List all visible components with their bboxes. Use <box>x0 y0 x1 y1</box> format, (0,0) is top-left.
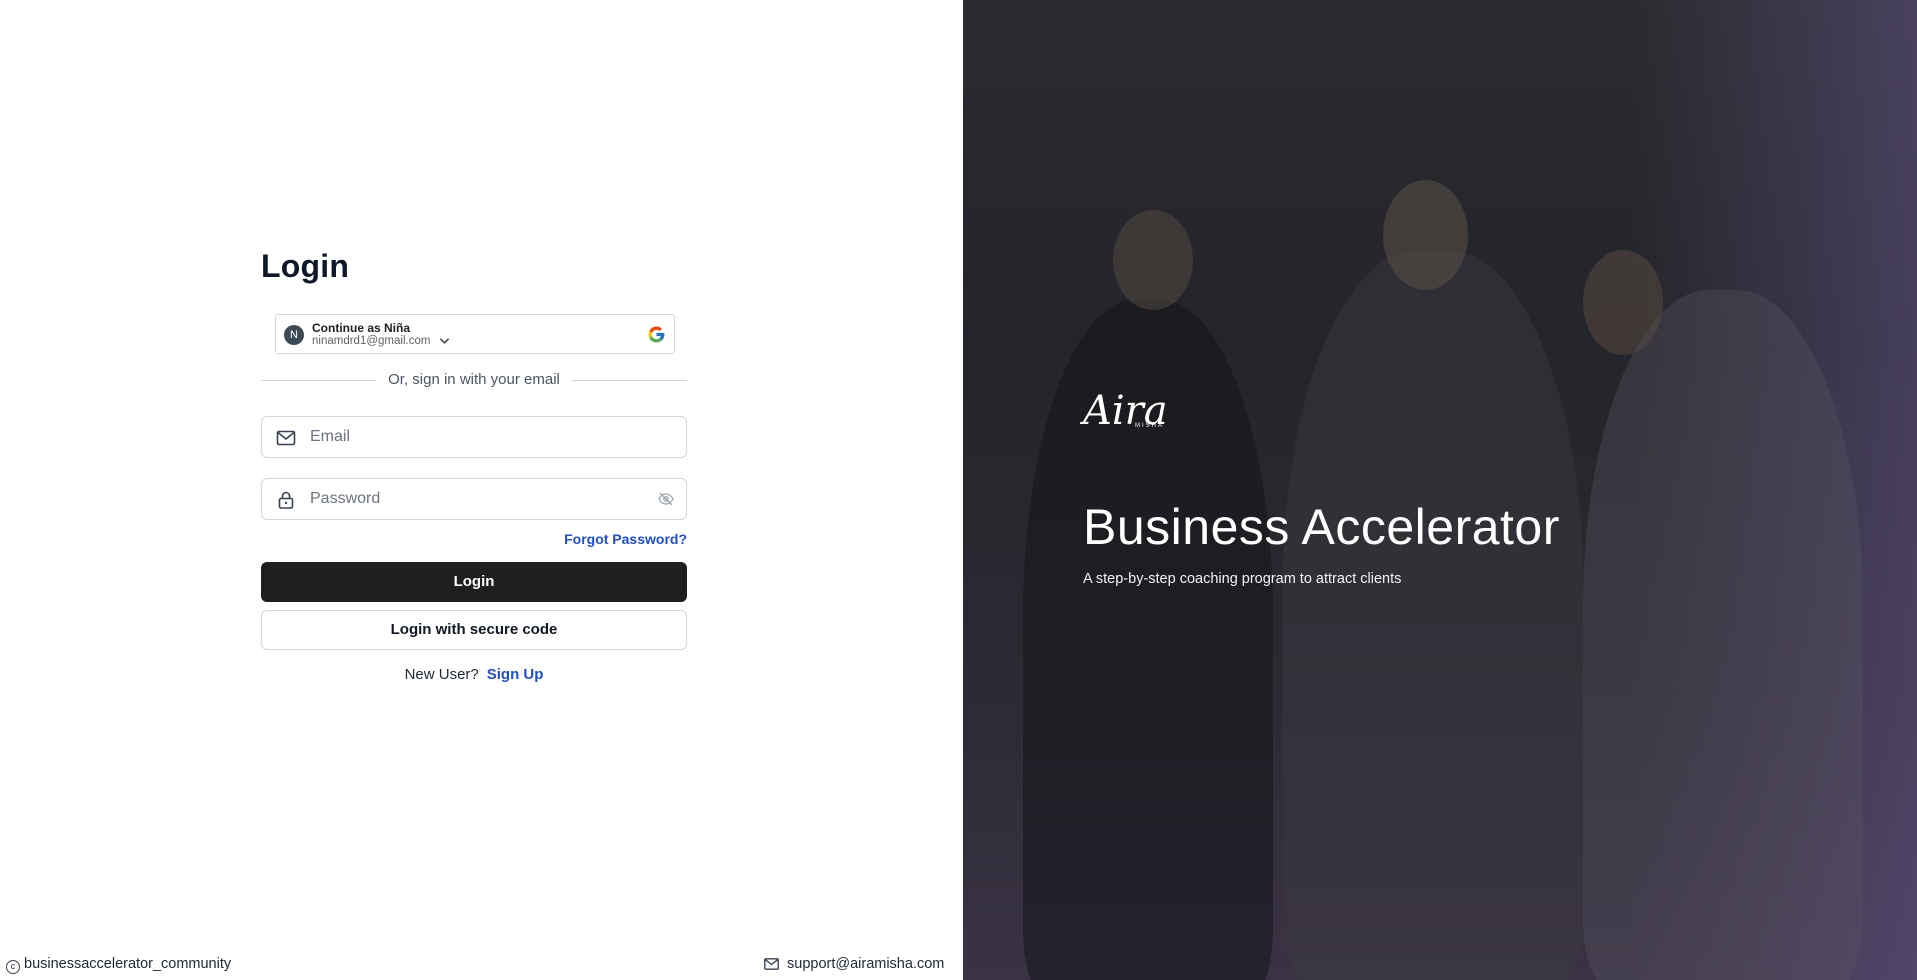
lock-icon <box>278 491 294 509</box>
password-input[interactable] <box>310 479 650 519</box>
hero-subtitle: A step-by-step coaching program to attra… <box>1083 571 1402 587</box>
divider: Or, sign in with your email <box>261 370 687 390</box>
email-input[interactable] <box>310 417 650 457</box>
email-field[interactable] <box>261 416 687 458</box>
chevron-down-icon[interactable] <box>439 337 450 345</box>
secure-code-login-button[interactable]: Login with secure code <box>261 610 687 650</box>
brand-logo: Aira MISHA <box>1083 388 1168 444</box>
signup-link[interactable]: Sign Up <box>487 666 544 683</box>
mail-icon <box>764 958 779 970</box>
mail-icon <box>276 430 296 446</box>
signup-row: New User? Sign Up <box>261 666 687 683</box>
page-title: Login <box>261 248 350 284</box>
hero-background-face <box>1383 180 1468 290</box>
new-user-text: New User? <box>404 666 479 683</box>
divider-text: Or, sign in with your email <box>376 371 572 388</box>
hero-panel: Aira MISHA Business Accelerator A step-b… <box>963 0 1917 980</box>
copyright-icon: c <box>6 960 20 974</box>
hero-background-figure <box>1283 250 1583 980</box>
login-panel: Login N Continue as Niña ninamdrd1@gmail… <box>0 0 963 980</box>
login-button[interactable]: Login <box>261 562 687 602</box>
support-email-link[interactable]: support@airamisha.com <box>764 956 944 972</box>
hero-background-face <box>1113 210 1193 310</box>
avatar: N <box>284 325 304 345</box>
google-account-email: ninamdrd1@gmail.com <box>312 335 431 347</box>
google-account-name: Continue as Niña <box>312 321 411 335</box>
support-email: support@airamisha.com <box>787 956 945 972</box>
eye-off-icon[interactable] <box>658 492 674 506</box>
google-icon <box>648 326 665 343</box>
brand-logo-subtext: MISHA <box>1135 423 1165 429</box>
forgot-password-link[interactable]: Forgot Password? <box>564 531 687 547</box>
hero-background-face <box>1583 250 1663 355</box>
password-field[interactable] <box>261 478 687 520</box>
login-form: Login N Continue as Niña ninamdrd1@gmail… <box>261 248 687 683</box>
hero-title: Business Accelerator <box>1083 499 1560 555</box>
hero-background-figure <box>1583 290 1863 980</box>
footer-community: c businessaccelerator_community <box>6 956 231 974</box>
community-handle: businessaccelerator_community <box>24 956 232 972</box>
google-continue-button[interactable]: N Continue as Niña ninamdrd1@gmail.com <box>275 314 675 354</box>
